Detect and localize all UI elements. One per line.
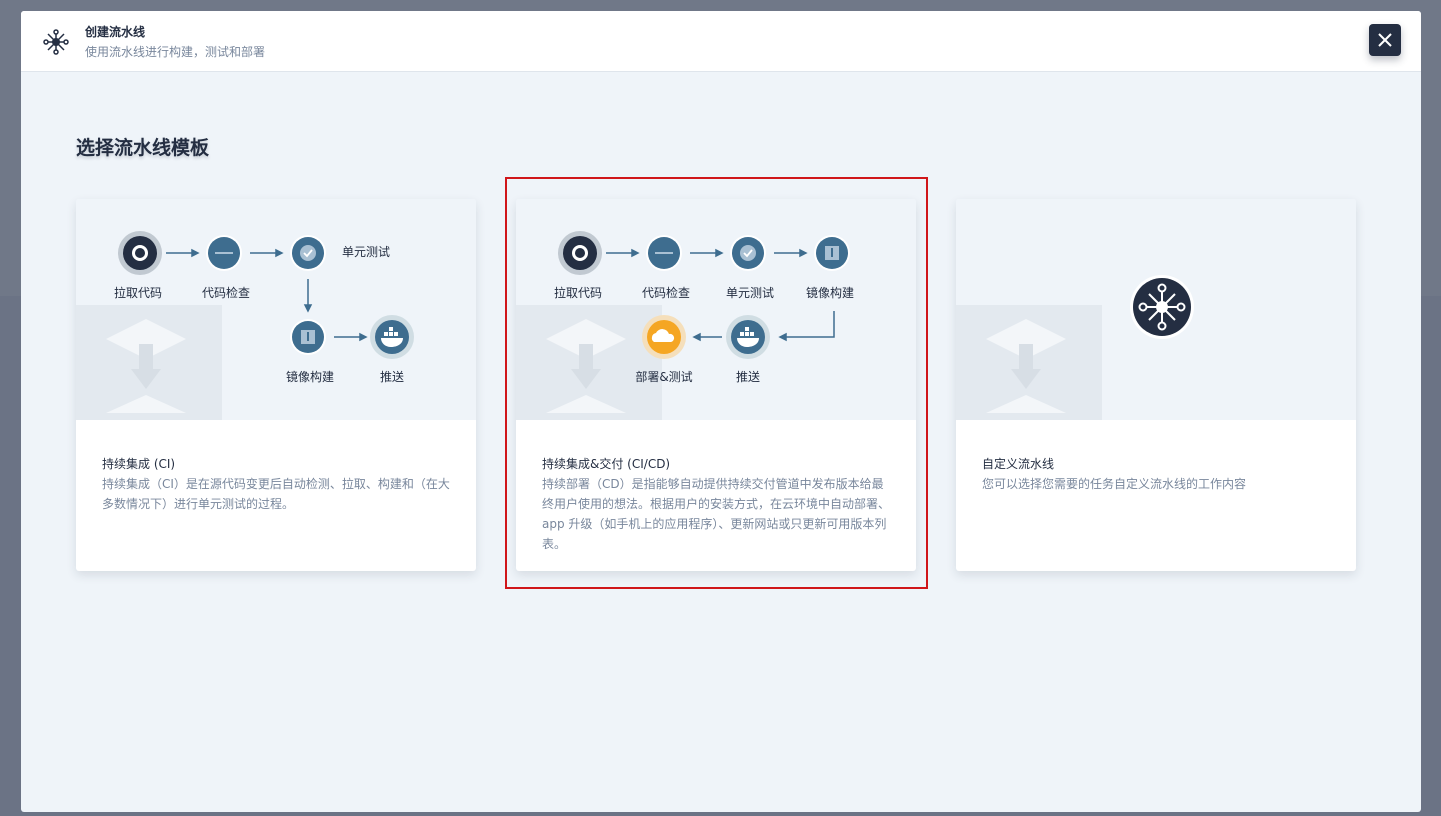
docker-icon	[726, 315, 770, 359]
template-card-ci[interactable]: 拉取代码 代码检查 单元测试 镜像构建 推送 持续集成 (CI) 持续集成（CI…	[76, 199, 476, 571]
modal-title: 创建流水线	[85, 25, 146, 39]
card-info: 持续集成&交付 (CI/CD) 持续部署（CD）是指能够自动提供持续交付管道中发…	[542, 454, 892, 554]
github-icon	[118, 231, 162, 275]
card-description: 您可以选择您需要的任务自定义流水线的工作内容	[982, 477, 1247, 491]
step-label: 推送	[735, 370, 761, 384]
card-info: 持续集成 (CI) 持续集成（CI）是在源代码变更后自动检测、拉取、构建和（在大…	[102, 454, 452, 514]
step-label: 拉取代码	[553, 286, 603, 300]
ci-flow-diagram	[76, 199, 476, 420]
custom-pipeline-visual	[956, 199, 1356, 420]
create-pipeline-modal: 创建流水线 使用流水线进行构建，测试和部署 选择流水线模板 拉取代码 代码检查 …	[21, 11, 1421, 812]
image-build-icon	[814, 235, 850, 271]
card-title: 持续集成&交付 (CI/CD)	[542, 457, 671, 471]
github-icon	[558, 231, 602, 275]
pipeline-icon	[43, 29, 69, 55]
step-label: 代码检查	[641, 286, 691, 300]
section-title: 选择流水线模板	[76, 137, 210, 159]
sonarqube-icon	[206, 235, 242, 271]
close-icon	[1378, 33, 1392, 47]
step-label: 单元测试	[341, 245, 391, 259]
card-description: 持续部署（CD）是指能够自动提供持续交付管道中发布版本给最终用户使用的想法。根据…	[542, 477, 891, 551]
cicd-flow-diagram	[516, 199, 916, 420]
cloud-icon	[642, 315, 686, 359]
sonarqube-icon	[646, 235, 682, 271]
image-build-icon	[290, 319, 326, 355]
step-label: 镜像构建	[805, 286, 855, 300]
check-icon	[290, 235, 326, 271]
step-label: 镜像构建	[285, 370, 335, 384]
card-title: 自定义流水线	[982, 457, 1055, 471]
card-title: 持续集成 (CI)	[102, 457, 176, 471]
step-label: 推送	[379, 370, 405, 384]
close-button[interactable]	[1369, 24, 1401, 56]
card-info: 自定义流水线 您可以选择您需要的任务自定义流水线的工作内容	[982, 454, 1332, 494]
card-description: 持续集成（CI）是在源代码变更后自动检测、拉取、构建和（在大多数情况下）进行单元…	[102, 477, 450, 511]
step-label: 代码检查	[201, 286, 251, 300]
step-label: 拉取代码	[113, 286, 163, 300]
modal-description: 使用流水线进行构建，测试和部署	[85, 45, 266, 59]
pipeline-icon	[1130, 275, 1194, 339]
step-label: 单元测试	[725, 286, 775, 300]
modal-header: 创建流水线 使用流水线进行构建，测试和部署	[21, 11, 1421, 72]
template-card-custom[interactable]: 自定义流水线 您可以选择您需要的任务自定义流水线的工作内容	[956, 199, 1356, 571]
docker-icon	[370, 315, 414, 359]
template-card-cicd[interactable]: 拉取代码 代码检查 单元测试 镜像构建 推送 部署&测试 持续集成&交付 (CI…	[516, 199, 916, 571]
step-label: 部署&测试	[635, 370, 693, 384]
check-icon	[730, 235, 766, 271]
